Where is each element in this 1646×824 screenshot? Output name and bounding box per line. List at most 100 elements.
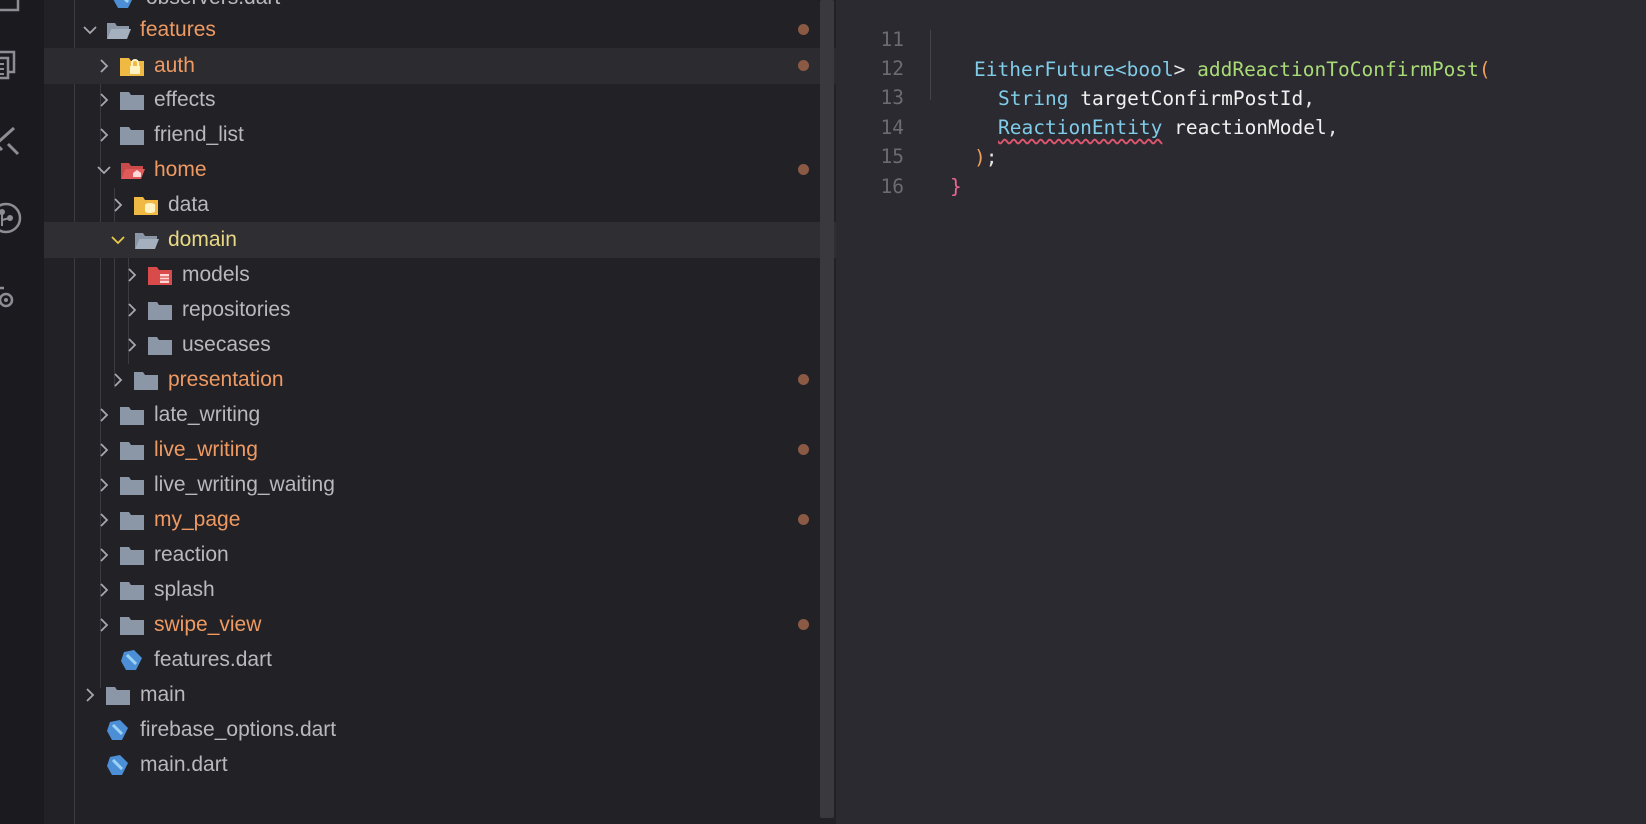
chevron-right-icon: [96, 58, 112, 74]
file-explorer: observers.dart features auth effects fri…: [44, 0, 836, 824]
tree-item-label: friend_list: [154, 123, 244, 146]
tree-item-features-dart[interactable]: features.dart: [44, 642, 836, 678]
folder-icon: [118, 613, 146, 637]
tree-item-my-page[interactable]: my_page: [44, 502, 836, 538]
tree-item-home[interactable]: home: [44, 152, 836, 188]
tree-item-label: models: [182, 263, 250, 286]
tree-item-main-dart[interactable]: main.dart: [44, 747, 836, 783]
chevron-right-icon: [96, 617, 112, 633]
chevron-right-icon: [96, 442, 112, 458]
explorer-scrollbar[interactable]: [820, 0, 834, 818]
tree-item-label: presentation: [168, 368, 284, 391]
flutter-icon[interactable]: [0, 124, 24, 160]
tree-item-main[interactable]: main: [44, 677, 836, 713]
folder-icon: [104, 683, 132, 707]
tree-item-late-writing[interactable]: late_writing: [44, 397, 836, 433]
chevron-down-icon: [96, 162, 112, 178]
dart-file-icon: [104, 753, 132, 777]
chevron-right-icon: [96, 127, 112, 143]
tree-item-label: main: [140, 683, 186, 706]
folder-lock-icon: [118, 54, 146, 78]
chevron-right-icon: [96, 512, 112, 528]
modified-dot: [798, 514, 809, 525]
modified-dot: [798, 24, 809, 35]
dart-file-icon: [118, 648, 146, 672]
modified-dot: [798, 619, 809, 630]
chevron-right-icon: [124, 267, 140, 283]
tree-item-presentation[interactable]: presentation: [44, 362, 836, 398]
code-line-14: 14 );: [838, 83, 1646, 169]
tree-item-features[interactable]: features: [44, 12, 836, 48]
code-line-12: 12 String targetConfirmPostId,: [838, 24, 1646, 110]
modified-dot: [798, 374, 809, 385]
tree-item-auth[interactable]: auth: [44, 48, 836, 84]
dart-file-icon: [110, 0, 138, 10]
chevron-right-icon: [124, 337, 140, 353]
line-number: 16: [880, 175, 904, 198]
folder-icon: [132, 368, 160, 392]
tree-item-models[interactable]: models: [44, 257, 836, 293]
chevron-down-icon: [82, 22, 98, 38]
folder-icon: [118, 438, 146, 462]
chevron-right-icon: [110, 197, 126, 213]
tree-item-label: domain: [168, 228, 237, 251]
tree-item-label: usecases: [182, 333, 271, 356]
tree-item-label: reaction: [154, 543, 229, 566]
code-editor[interactable]: 11 EitherFuture<bool> addReactionToConfi…: [838, 0, 1646, 824]
folder-icon: [118, 578, 146, 602]
tree-item-firebase-options-dart[interactable]: firebase_options.dart: [44, 712, 836, 748]
tree-item-label: firebase_options.dart: [140, 718, 337, 741]
chevron-right-icon: [110, 372, 126, 388]
folder-icon: [118, 123, 146, 147]
tree-item-live-writing[interactable]: live_writing: [44, 432, 836, 468]
chevron-right-icon: [96, 547, 112, 563]
folder-icon: [118, 508, 146, 532]
tree-item-usecases[interactable]: usecases: [44, 327, 836, 363]
tree-item-swipe-view[interactable]: swipe_view: [44, 607, 836, 643]
tree-item-effects[interactable]: effects: [44, 82, 836, 118]
modified-dot: [798, 444, 809, 455]
tree-item-live-writing-waiting[interactable]: live_writing_waiting: [44, 467, 836, 503]
tree-item-label: effects: [154, 88, 216, 111]
folder-icon: [118, 403, 146, 427]
tree-item-label: home: [154, 158, 207, 181]
folder-open-icon: [104, 18, 132, 42]
chevron-right-icon: [96, 582, 112, 598]
folder-models-icon: [146, 263, 174, 287]
tree-item-label: features.dart: [154, 648, 272, 671]
folder-icon: [118, 88, 146, 112]
tree-item-data[interactable]: data: [44, 187, 836, 223]
tree-item-label: main.dart: [140, 753, 228, 776]
chevron-right-icon: [124, 302, 140, 318]
folder-icon: [118, 473, 146, 497]
tree-item-label: data: [168, 193, 209, 216]
code-line-15: 15 }: [838, 112, 1646, 198]
tree-item-reaction[interactable]: reaction: [44, 537, 836, 573]
activity-bar: [0, 0, 44, 824]
tree-item-splash[interactable]: splash: [44, 572, 836, 608]
folder-icon: [146, 333, 174, 357]
tree-item-label: live_writing_waiting: [154, 473, 335, 496]
code-line-11: 11 EitherFuture<bool> addReactionToConfi…: [838, 0, 1646, 81]
chevron-right-icon: [82, 687, 98, 703]
copy-icon[interactable]: [0, 48, 24, 84]
tree-item-friend-list[interactable]: friend_list: [44, 117, 836, 153]
tree-item-label: live_writing: [154, 438, 258, 461]
folder-database-icon: [132, 193, 160, 217]
tree-item-label: auth: [154, 54, 195, 77]
dart-file-icon: [104, 718, 132, 742]
folder-icon: [146, 298, 174, 322]
tree-item-domain[interactable]: domain: [44, 222, 836, 258]
folder-icon: [118, 543, 146, 567]
tree-item-repositories[interactable]: repositories: [44, 292, 836, 328]
tree-item-label: my_page: [154, 508, 241, 531]
chevron-down-icon: [110, 232, 126, 248]
tree-item-label: repositories: [182, 298, 291, 321]
tree-item-label: observers.dart: [146, 0, 280, 10]
explorer-icon[interactable]: [0, 0, 24, 16]
source-control-icon[interactable]: [0, 200, 24, 236]
chevron-right-icon: [96, 92, 112, 108]
run-debug-icon[interactable]: [0, 276, 24, 312]
tree-item-label: features: [140, 18, 216, 41]
folder-home-icon: [118, 158, 146, 182]
